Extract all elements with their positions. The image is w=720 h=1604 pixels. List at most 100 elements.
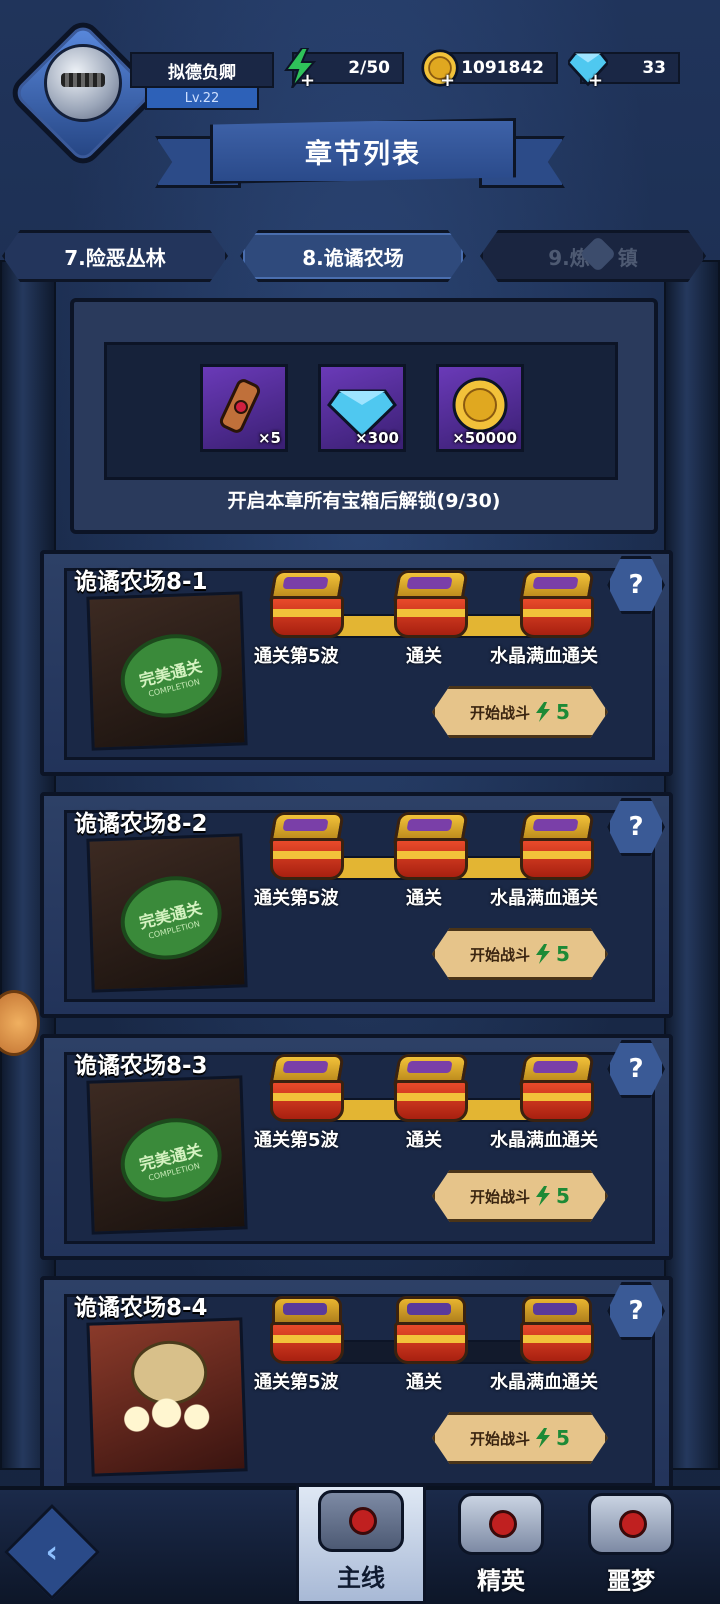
- condition-label: 通关: [406, 646, 442, 667]
- condition-label: 通关: [406, 1130, 442, 1151]
- nav-tab-nightmare[interactable]: 噩梦: [566, 1490, 696, 1604]
- plus-icon: +: [440, 70, 456, 91]
- reward-item-diamond[interactable]: ×300: [318, 364, 406, 452]
- stage-title: 诡谲农场8-3: [74, 1053, 208, 1079]
- chest-icon[interactable]: [516, 1296, 596, 1364]
- reward-qty: ×50000: [452, 429, 517, 447]
- plus-icon: +: [588, 70, 604, 91]
- lightning-icon: [536, 1428, 551, 1448]
- start-battle-button[interactable]: 开始战斗 5: [432, 928, 608, 980]
- chest-icon[interactable]: [390, 1054, 470, 1122]
- diamond-icon: +: [568, 48, 608, 91]
- knight-helmet-icon[interactable]: [44, 44, 122, 122]
- energy-value: 2/50: [348, 58, 390, 78]
- stage-thumbnail: [86, 1317, 248, 1477]
- reward-item-gold[interactable]: ×50000: [436, 364, 524, 452]
- chest-icon[interactable]: [516, 812, 596, 880]
- perfect-clear-seal: 完美通关 COMPLETION: [111, 623, 231, 728]
- condition-label: 水晶满血通关: [490, 1130, 598, 1151]
- chest-icon[interactable]: [516, 570, 596, 638]
- nav-tab-label: 精英: [477, 1567, 525, 1595]
- nav-tab-main[interactable]: 主线: [296, 1484, 426, 1604]
- coin-value: 1091842: [461, 58, 544, 78]
- chapter-tab-label-suffix: 镇: [617, 245, 638, 270]
- stage-thumbnail: 完美通关 COMPLETION: [86, 1075, 248, 1235]
- perfect-clear-seal: 完美通关 COMPLETION: [111, 1107, 231, 1212]
- flower-icon: [115, 1391, 218, 1445]
- start-battle-button[interactable]: 开始战斗 5: [432, 1412, 608, 1464]
- stage-card-8-4: 诡谲农场8-4 通关第5波 通关 水晶满血通关 开始战斗 5 ?: [40, 1276, 673, 1502]
- coin-counter[interactable]: + 1091842: [421, 49, 558, 91]
- chest-icon[interactable]: [390, 570, 470, 638]
- chest-icon[interactable]: [390, 1296, 470, 1364]
- lightning-icon: +: [280, 48, 320, 91]
- start-battle-button[interactable]: 开始战斗 5: [432, 1170, 608, 1222]
- nav-tab-label: 主线: [337, 1564, 385, 1592]
- condition-label: 通关: [406, 1372, 442, 1393]
- bottom-nav: ‹ 主线 精英 噩梦: [0, 1484, 720, 1604]
- condition-label: 通关第5波: [254, 1130, 339, 1151]
- reward-qty: ×300: [355, 429, 399, 447]
- stage-title: 诡谲农场8-2: [74, 811, 208, 837]
- lightning-icon: [536, 1186, 551, 1206]
- perfect-clear-seal: 完美通关 COMPLETION: [111, 865, 231, 970]
- condition-label: 通关第5波: [254, 646, 339, 667]
- condition-label: 水晶满血通关: [490, 1372, 598, 1393]
- start-battle-label: 开始战斗: [470, 1187, 531, 1206]
- nightmare-icon: [588, 1493, 674, 1555]
- reward-item-scroll[interactable]: ×5: [200, 364, 288, 452]
- reward-qty: ×5: [257, 429, 281, 447]
- condition-label: 通关: [406, 888, 442, 909]
- chapter-tab-8[interactable]: 8.诡谲农场: [240, 230, 466, 282]
- energy-cost: 5: [556, 1426, 570, 1450]
- page-title: 章节列表: [305, 138, 421, 170]
- chapter-tab-9[interactable]: 9.炼 镇: [480, 230, 706, 282]
- start-battle-label: 开始战斗: [470, 945, 531, 964]
- chapter-reward-panel: ×5 ×300 ×50000 开启本章所有宝箱后解锁(9/30): [70, 298, 658, 534]
- back-arrow-icon: ‹: [45, 1534, 59, 1570]
- energy-cost: 5: [556, 1184, 570, 1208]
- stage-card-8-1: 完美通关 COMPLETION 诡谲农场8-1 通关第5波 通关 水晶满血通关 …: [40, 550, 673, 776]
- energy-counter[interactable]: + 2/50: [284, 48, 404, 91]
- stage-thumbnail: 完美通关 COMPLETION: [86, 833, 248, 993]
- start-battle-button[interactable]: 开始战斗 5: [432, 686, 608, 738]
- main-story-icon: [318, 1490, 404, 1552]
- stage-thumbnail: 完美通关 COMPLETION: [86, 591, 248, 751]
- stage-title: 诡谲农场8-4: [74, 1295, 208, 1321]
- elite-icon: [458, 1493, 544, 1555]
- gold-coin-icon: +: [420, 48, 460, 91]
- gem-counter[interactable]: + 33: [568, 52, 680, 91]
- lightning-icon: [536, 944, 551, 964]
- condition-label: 水晶满血通关: [490, 888, 598, 909]
- question-icon: ?: [628, 1296, 644, 1326]
- energy-cost: 5: [556, 700, 570, 724]
- chapter-tab-label: 7.险恶丛林: [64, 245, 166, 270]
- player-level: Lv.22: [145, 86, 259, 110]
- lightning-icon: [536, 702, 551, 722]
- stage-card-8-2: 完美通关 COMPLETION 诡谲农场8-2 通关第5波 通关 水晶满血通关 …: [40, 792, 673, 1018]
- title-banner: 章节列表: [155, 110, 565, 190]
- nav-tab-label: 噩梦: [607, 1567, 655, 1595]
- question-icon: ?: [628, 570, 644, 600]
- nav-tab-elite[interactable]: 精英: [436, 1490, 566, 1604]
- stage-title: 诡谲农场8-1: [74, 569, 208, 595]
- chest-icon[interactable]: [266, 1054, 346, 1122]
- condition-label: 通关第5波: [254, 888, 339, 909]
- stage-card-8-3: 完美通关 COMPLETION 诡谲农场8-3 通关第5波 通关 水晶满血通关 …: [40, 1034, 673, 1260]
- chapter-tab-7[interactable]: 7.险恶丛林: [2, 230, 228, 282]
- plus-icon: +: [300, 70, 316, 91]
- back-button[interactable]: ‹: [3, 1503, 101, 1601]
- start-battle-label: 开始战斗: [470, 1429, 531, 1448]
- unlock-condition: 开启本章所有宝箱后解锁(9/30): [227, 490, 501, 512]
- gem-value: 33: [642, 58, 666, 78]
- condition-label: 水晶满血通关: [490, 646, 598, 667]
- chest-icon[interactable]: [266, 812, 346, 880]
- chest-icon[interactable]: [266, 570, 346, 638]
- player-name: 拟德负卿: [130, 52, 274, 88]
- banner-body: 章节列表: [210, 118, 516, 184]
- chest-icon[interactable]: [266, 1296, 346, 1364]
- chest-icon[interactable]: [516, 1054, 596, 1122]
- chest-icon[interactable]: [390, 812, 470, 880]
- question-icon: ?: [628, 812, 644, 842]
- energy-cost: 5: [556, 942, 570, 966]
